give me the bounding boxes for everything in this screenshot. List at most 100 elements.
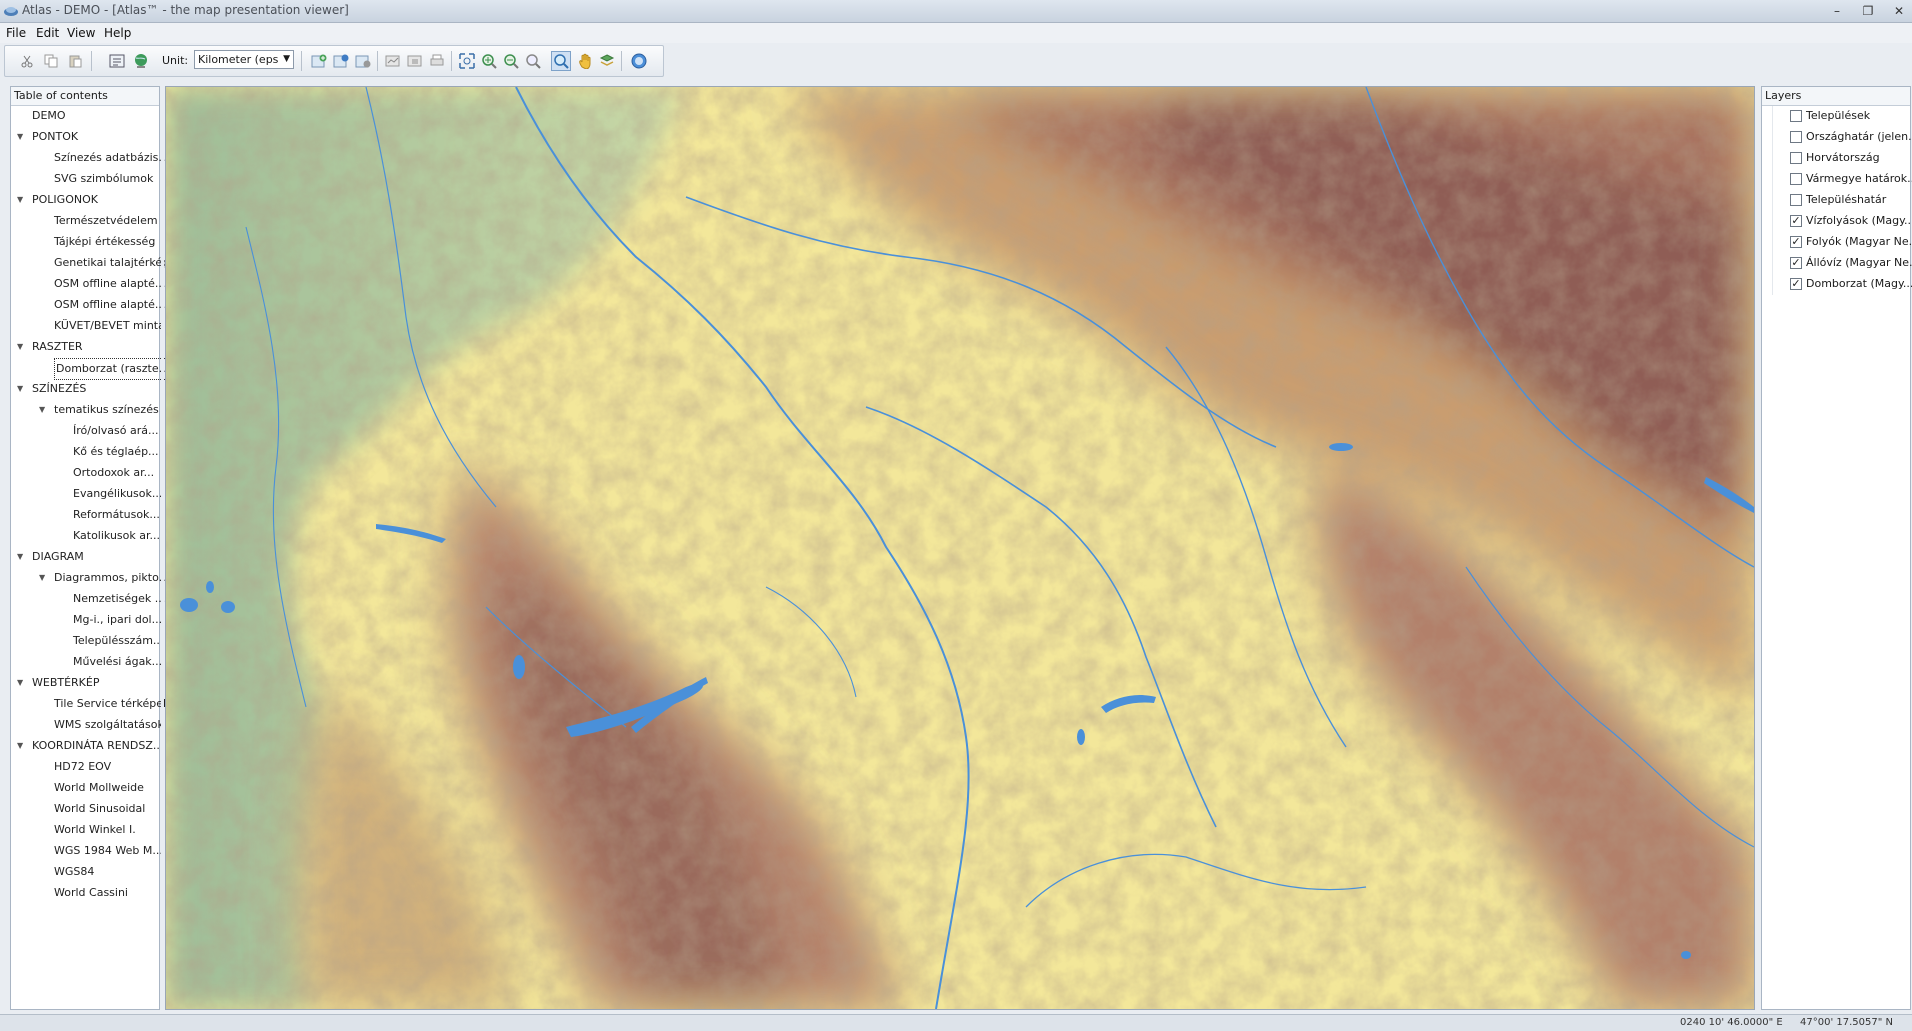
toc-item[interactable]: ▼ RASZTER <box>11 337 159 357</box>
zoom-extent-icon[interactable] <box>457 51 477 71</box>
toc-item[interactable]: KÜVET/BEVET minta <box>11 316 165 336</box>
expand-caret-icon[interactable]: ▼ <box>17 673 23 693</box>
toc-item[interactable]: WGS 1984 Web M... <box>11 841 163 861</box>
layer-item[interactable]: Országhatár (jelen... <box>1762 127 1912 148</box>
toc-item[interactable]: Genetikai talajtérkép <box>11 253 169 273</box>
toc-item[interactable]: Természetvédelem <box>11 211 159 231</box>
toc-item[interactable]: Domborzat (raszte... <box>11 358 172 380</box>
globe-icon[interactable] <box>131 51 151 71</box>
zoom-window-icon[interactable] <box>523 51 543 71</box>
layer-item[interactable]: ✓ Vízfolyások (Magy... <box>1762 211 1912 232</box>
toc-item[interactable]: Kő és téglaép... <box>11 442 159 462</box>
menu-view[interactable]: View <box>67 26 95 40</box>
toc-item[interactable]: DEMO <box>11 106 159 126</box>
checked-checkbox[interactable]: ✓ <box>1790 278 1802 290</box>
menu-file[interactable]: File <box>6 26 26 40</box>
toc-item[interactable]: ▼ DIAGRAM <box>11 547 159 567</box>
zoom-out-icon[interactable] <box>501 51 521 71</box>
toc-item-label: Genetikai talajtérkép <box>54 256 170 269</box>
zoom-tool-icon[interactable] <box>551 51 571 71</box>
expand-caret-icon[interactable]: ▼ <box>17 190 23 210</box>
status-latitude: 47°00' 17.5057" N <box>1800 1017 1893 1028</box>
cut-icon[interactable] <box>17 51 37 71</box>
expand-caret-icon[interactable]: ▼ <box>17 736 23 756</box>
unchecked-checkbox[interactable] <box>1790 110 1802 122</box>
map-import-icon[interactable] <box>405 51 425 71</box>
toc-item[interactable]: World Sinusoidal <box>11 799 159 819</box>
properties-icon[interactable] <box>107 51 127 71</box>
layer-item[interactable]: ✓ Állóvíz (Magyar Ne... <box>1762 253 1912 274</box>
checked-checkbox[interactable]: ✓ <box>1790 215 1802 227</box>
expand-caret-icon[interactable]: ▼ <box>39 568 45 588</box>
toc-item[interactable]: World Cassini <box>11 883 159 903</box>
toc-item[interactable]: WMS szolgáltatások <box>11 715 164 735</box>
layer-item[interactable]: ✓ Folyók (Magyar Ne... <box>1762 232 1912 253</box>
toc-item[interactable]: Reformátusok... <box>11 505 160 525</box>
map-view[interactable] <box>165 86 1755 1010</box>
map-print-icon[interactable] <box>427 51 447 71</box>
layer-item-label: Települések <box>1806 109 1871 122</box>
toc-item[interactable]: ▼ POLIGONOK <box>11 190 159 210</box>
unchecked-checkbox[interactable] <box>1790 152 1802 164</box>
expand-caret-icon[interactable]: ▼ <box>17 379 23 399</box>
relief-map[interactable] <box>166 87 1754 1009</box>
toc-item[interactable]: Településszám... <box>11 631 163 651</box>
expand-caret-icon[interactable]: ▼ <box>17 547 23 567</box>
right-splitter[interactable] <box>1756 86 1759 1010</box>
toc-item[interactable]: Író/olvasó ará... <box>11 421 159 441</box>
toc-item[interactable]: HD72 EOV <box>11 757 159 777</box>
pan-hand-icon[interactable] <box>575 51 595 71</box>
toc-item[interactable]: Katolikusok ar... <box>11 526 160 546</box>
toc-item[interactable]: Színezés adatbázis... <box>11 148 169 168</box>
toc-item[interactable]: Tile Service térképek <box>11 694 169 714</box>
toc-item[interactable]: OSM offline alapté... <box>11 274 165 294</box>
toc-item[interactable]: Tájképi értékesség <box>11 232 159 252</box>
layer-item[interactable]: ✓ Domborzat (Magy... <box>1762 274 1912 295</box>
add-layer-icon[interactable] <box>309 51 329 71</box>
expand-caret-icon[interactable]: ▼ <box>17 127 23 147</box>
layer-item[interactable]: Horvátország <box>1762 148 1910 169</box>
toc-item[interactable]: ▼ tematikus színezés <box>11 400 159 420</box>
toc-item[interactable]: Művelési ágak... <box>11 652 162 672</box>
toc-item[interactable]: SVG szimbólumok <box>11 169 159 189</box>
paste-icon[interactable] <box>65 51 85 71</box>
toc-item[interactable]: ▼ WEBTÉRKÉP <box>11 673 159 693</box>
unchecked-checkbox[interactable] <box>1790 173 1802 185</box>
expand-caret-icon[interactable]: ▼ <box>17 337 23 357</box>
toc-item[interactable]: Mg-i., ipari dol... <box>11 610 162 630</box>
map-layers-icon[interactable] <box>597 51 617 71</box>
layer-item[interactable]: Települések <box>1762 106 1910 127</box>
close-button[interactable]: ✕ <box>1884 1 1912 21</box>
unchecked-checkbox[interactable] <box>1790 194 1802 206</box>
unchecked-checkbox[interactable] <box>1790 131 1802 143</box>
restore-button[interactable]: ❐ <box>1853 1 1883 21</box>
layer-settings-icon[interactable] <box>331 51 351 71</box>
copy-icon[interactable] <box>41 51 61 71</box>
toc-item[interactable]: OSM offline alapté... <box>11 295 165 315</box>
zoom-in-icon[interactable] <box>479 51 499 71</box>
toc-item[interactable]: ▼ SZÍNEZÉS <box>11 379 159 399</box>
layer-item[interactable]: Vármegye határok... <box>1762 169 1912 190</box>
layer-item[interactable]: Településhatár <box>1762 190 1910 211</box>
toc-item[interactable]: WGS84 <box>11 862 159 882</box>
minimize-button[interactable]: – <box>1822 1 1852 21</box>
left-splitter[interactable] <box>161 86 164 1010</box>
toc-item[interactable]: Ortodoxok ar... <box>11 463 159 483</box>
info-icon[interactable] <box>629 51 649 71</box>
checked-checkbox[interactable]: ✓ <box>1790 257 1802 269</box>
toc-item[interactable]: ▼ KOORDINÁTA RENDSZ... <box>11 736 163 756</box>
toc-item[interactable]: ▼ Diagrammos, pikto... <box>11 568 169 588</box>
toc-item[interactable]: Nemzetiségek ... <box>11 589 165 609</box>
toc-item[interactable]: World Winkel I. <box>11 820 159 840</box>
map-export-icon[interactable] <box>383 51 403 71</box>
checked-checkbox[interactable]: ✓ <box>1790 236 1802 248</box>
toc-item[interactable]: World Mollweide <box>11 778 159 798</box>
unit-dropdown[interactable]: Kilometer (eps ▼ <box>194 50 294 69</box>
remove-layer-icon[interactable] <box>353 51 373 71</box>
toc-item[interactable]: Evangélikusok... <box>11 484 162 504</box>
menu-help[interactable]: Help <box>104 26 131 40</box>
menu-edit[interactable]: Edit <box>36 26 59 40</box>
status-longitude: 0240 10' 46.0000" E <box>1680 1017 1783 1028</box>
toc-item[interactable]: ▼ PONTOK <box>11 127 159 147</box>
expand-caret-icon[interactable]: ▼ <box>39 400 45 420</box>
